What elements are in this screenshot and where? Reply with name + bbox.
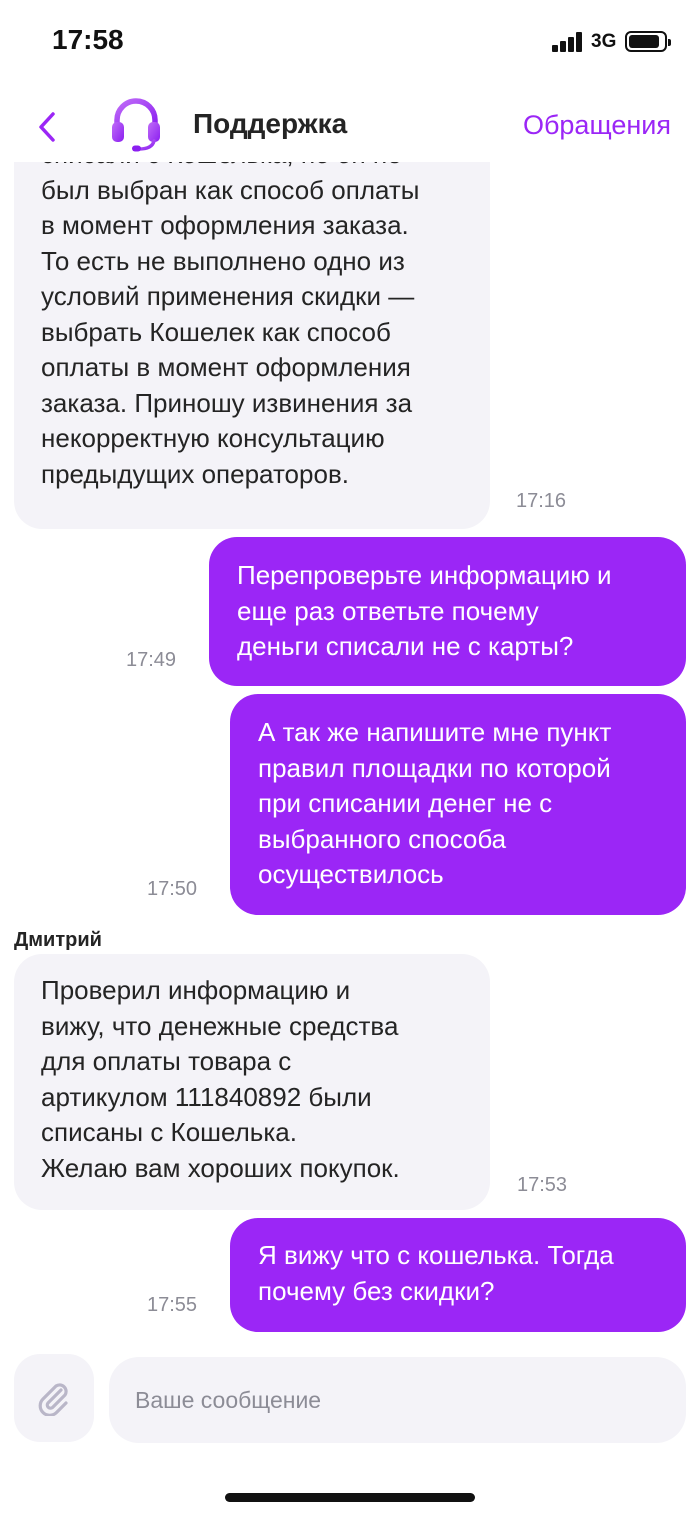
chevron-left-icon [39, 112, 55, 142]
message-time: 17:50 [147, 878, 198, 900]
paperclip-icon [38, 1383, 68, 1416]
appeals-link[interactable]: Обращения [523, 110, 671, 141]
support-avatar [108, 96, 164, 152]
back-button[interactable] [34, 110, 60, 144]
status-time: 17:58 [52, 24, 124, 55]
message-bubble-incoming: списали с Кошелька, но он не был выбран … [14, 160, 490, 529]
battery-icon [625, 31, 671, 52]
home-indicator [225, 1493, 475, 1502]
message-bubble-outgoing: Перепроверьте информацию и еще раз ответ… [209, 537, 686, 686]
signal-icon [552, 32, 584, 52]
headset-icon [112, 98, 160, 152]
message-bubble-outgoing: А так же напишите мне пункт правил площа… [230, 694, 686, 915]
message-time: 17:55 [147, 1294, 198, 1316]
network-label: 3G [591, 31, 617, 52]
attach-button[interactable] [14, 1354, 94, 1442]
message-time: 17:49 [126, 649, 177, 671]
message-time: 17:53 [517, 1174, 568, 1196]
chat-header: Поддержка Обращения [0, 88, 700, 162]
status-bar: 17:58 3G [0, 0, 700, 88]
message-bubble-outgoing: Я вижу что с кошелька. Тогда почему без … [230, 1218, 686, 1332]
chat-list[interactable]: списали с Кошелька, но он не был выбран … [0, 160, 700, 1340]
message-time: 17:16 [516, 490, 567, 512]
sender-name: Дмитрий [14, 929, 102, 951]
message-bubble-incoming: Проверил информацию и вижу, что денежные… [14, 954, 490, 1210]
page-title: Поддержка [193, 108, 348, 139]
message-composer [0, 1342, 700, 1515]
message-input[interactable] [109, 1357, 686, 1443]
